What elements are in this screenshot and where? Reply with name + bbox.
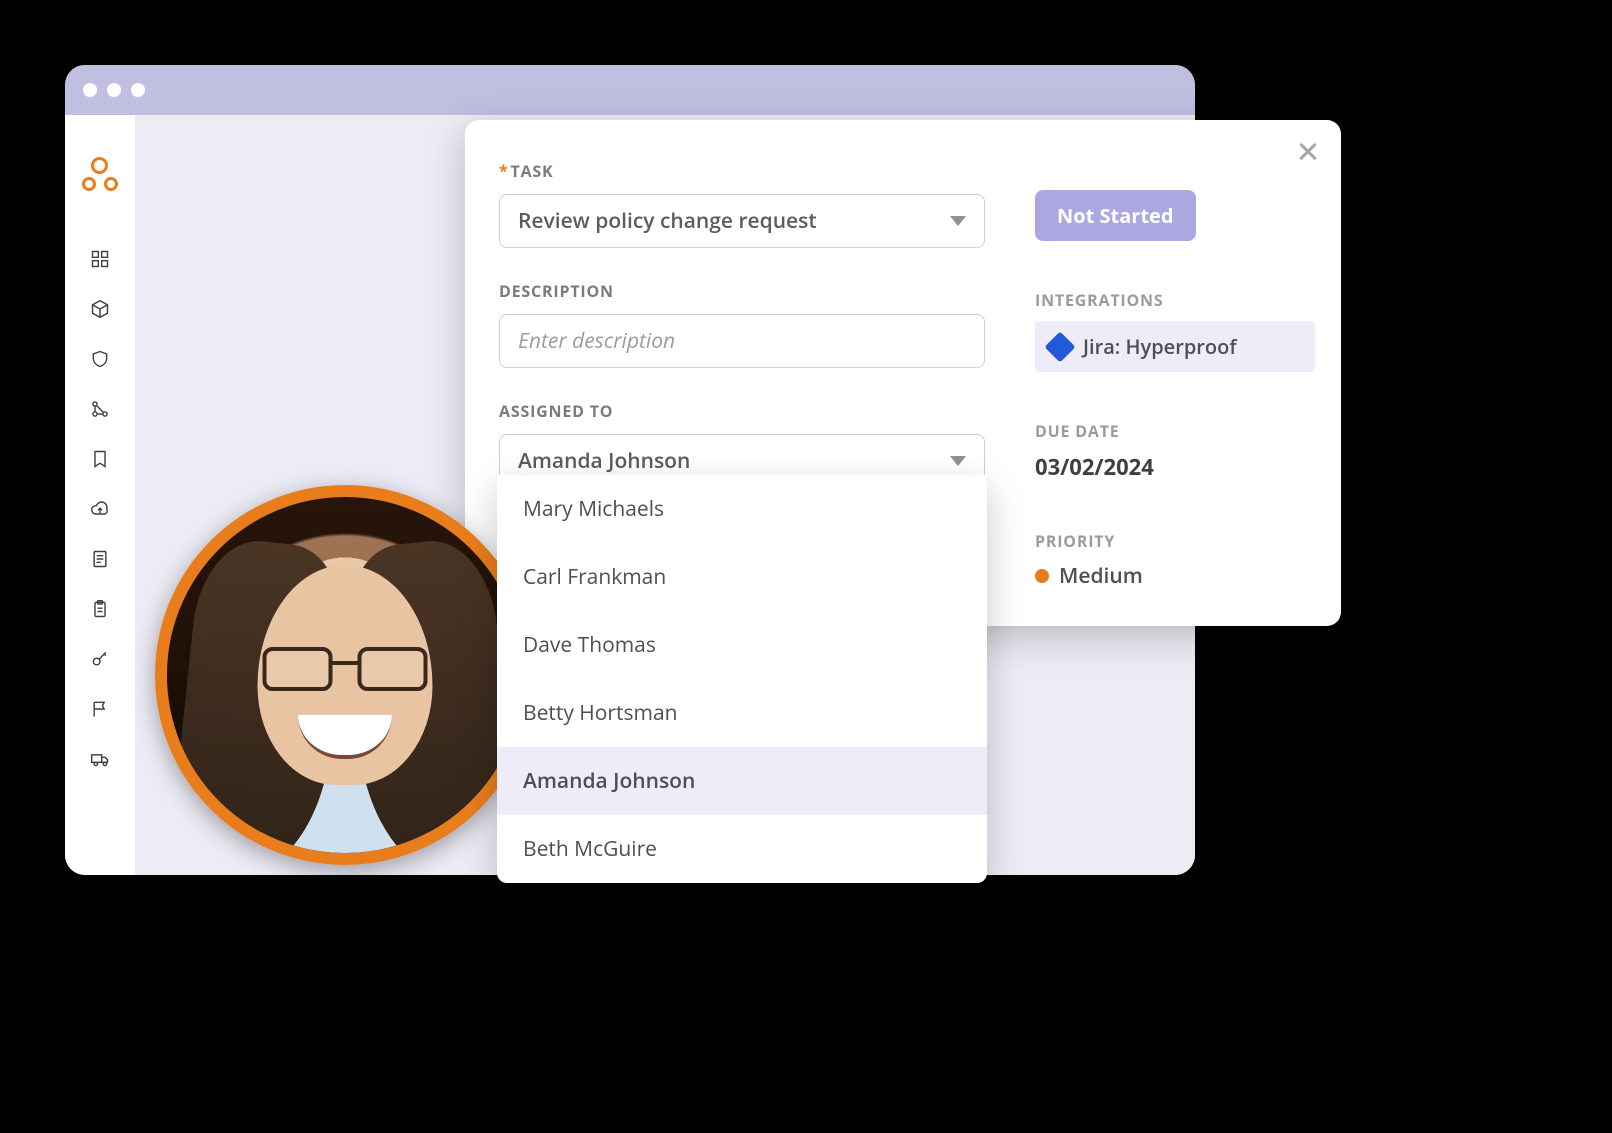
key-icon[interactable] bbox=[90, 649, 110, 669]
due-date-value: 03/02/2024 bbox=[1035, 452, 1315, 482]
sidebar-icon-list bbox=[90, 249, 110, 769]
description-field-label: DESCRIPTION bbox=[499, 280, 985, 302]
integration-jira[interactable]: Jira: Hyperproof bbox=[1035, 321, 1315, 372]
package-icon[interactable] bbox=[90, 299, 110, 319]
assigned-to-select-value: Amanda Johnson bbox=[518, 447, 690, 475]
due-date-label: DUE DATE bbox=[1035, 420, 1315, 442]
integrations-label: INTEGRATIONS bbox=[1035, 289, 1315, 311]
task-field-label: *TASK bbox=[499, 160, 985, 182]
assignee-option[interactable]: Beth McGuire bbox=[497, 815, 987, 883]
chevron-down-icon bbox=[950, 456, 966, 466]
cloud-upload-icon[interactable] bbox=[90, 499, 110, 519]
shield-icon[interactable] bbox=[90, 349, 110, 369]
description-input[interactable] bbox=[518, 327, 966, 355]
sidebar bbox=[65, 115, 135, 875]
close-icon[interactable] bbox=[1295, 138, 1321, 164]
flag-icon[interactable] bbox=[90, 699, 110, 719]
dashboard-icon[interactable] bbox=[90, 249, 110, 269]
bookmark-icon[interactable] bbox=[90, 449, 110, 469]
assignee-option[interactable]: Dave Thomas bbox=[497, 611, 987, 679]
assignee-option-selected[interactable]: Amanda Johnson bbox=[497, 747, 987, 815]
task-select-value: Review policy change request bbox=[518, 207, 817, 235]
clipboard-icon[interactable] bbox=[90, 599, 110, 619]
window-dot bbox=[131, 83, 145, 97]
assignee-option[interactable]: Betty Hortsman bbox=[497, 679, 987, 747]
workflow-icon[interactable] bbox=[90, 399, 110, 419]
jira-icon bbox=[1044, 331, 1075, 362]
truck-icon[interactable] bbox=[90, 749, 110, 769]
assignee-option[interactable]: Carl Frankman bbox=[497, 543, 987, 611]
task-select[interactable]: Review policy change request bbox=[499, 194, 985, 248]
window-dot bbox=[107, 83, 121, 97]
user-avatar bbox=[155, 485, 535, 865]
window-titlebar bbox=[65, 65, 1195, 115]
brand-logo bbox=[82, 157, 118, 193]
priority-value: Medium bbox=[1035, 562, 1315, 590]
chevron-down-icon bbox=[950, 216, 966, 226]
priority-dot-icon bbox=[1035, 569, 1049, 583]
description-input-wrapper bbox=[499, 314, 985, 368]
assigned-to-dropdown: Mary Michaels Carl Frankman Dave Thomas … bbox=[497, 475, 987, 883]
document-icon[interactable] bbox=[90, 549, 110, 569]
assignee-option[interactable]: Mary Michaels bbox=[497, 475, 987, 543]
status-button[interactable]: Not Started bbox=[1035, 190, 1196, 241]
assigned-to-field-label: ASSIGNED TO bbox=[499, 400, 985, 422]
priority-label: PRIORITY bbox=[1035, 530, 1315, 552]
integration-name: Jira: Hyperproof bbox=[1083, 333, 1237, 360]
window-dot bbox=[83, 83, 97, 97]
